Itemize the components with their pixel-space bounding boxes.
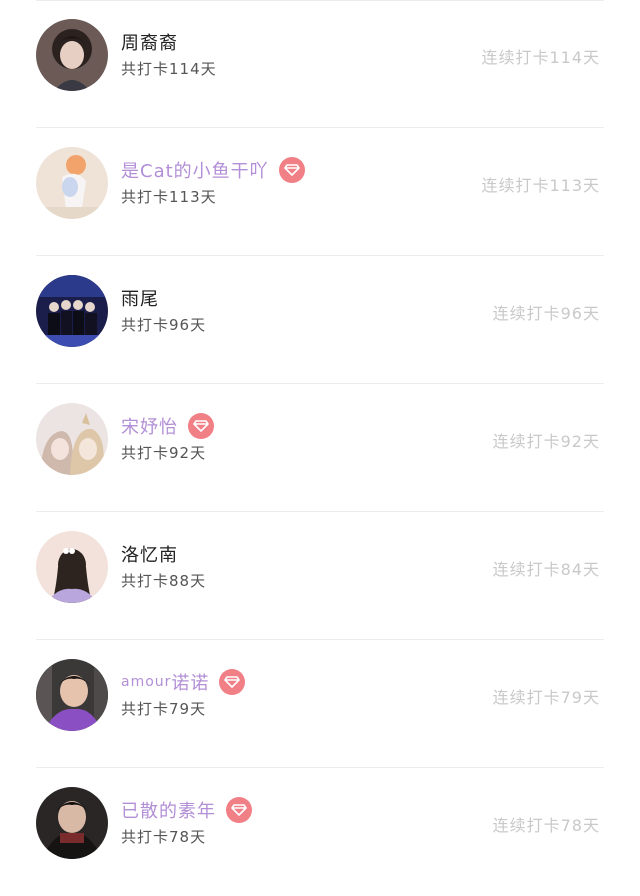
name-line: 洛忆南 bbox=[121, 540, 178, 568]
name-line: 已散的素年 bbox=[121, 796, 252, 824]
user-name[interactable]: 已散的素年 bbox=[121, 797, 216, 823]
list-item[interactable]: 是Cat的小鱼干吖 共打卡113天 连续打卡113天 bbox=[0, 128, 640, 256]
name-line: amour 诺诺 bbox=[121, 668, 246, 696]
streak-check-ins: 连续打卡79天 bbox=[492, 688, 600, 707]
list-item[interactable]: 雨尾 共打卡96天 连续打卡96天 bbox=[0, 256, 640, 384]
user-name[interactable]: 是Cat的小鱼干吖 bbox=[121, 157, 269, 183]
list-item[interactable]: 宋妤怡 共打卡92天 连续打卡92天 bbox=[0, 384, 640, 512]
user-name[interactable]: 周裔裔 bbox=[121, 29, 178, 55]
avatar[interactable] bbox=[36, 659, 108, 731]
total-check-ins: 共打卡79天 bbox=[121, 700, 207, 718]
user-name[interactable]: 雨尾 bbox=[121, 285, 159, 311]
list-item[interactable]: amour 诺诺 共打卡79天 连续打卡79天 bbox=[0, 640, 640, 768]
total-check-ins: 共打卡88天 bbox=[121, 572, 207, 590]
total-check-ins: 共打卡113天 bbox=[121, 188, 217, 206]
diamond-icon bbox=[226, 797, 252, 823]
name-line: 雨尾 bbox=[121, 284, 159, 312]
name-line: 宋妤怡 bbox=[121, 412, 214, 440]
avatar[interactable] bbox=[36, 147, 108, 219]
total-check-ins: 共打卡78天 bbox=[121, 828, 207, 846]
diamond-icon bbox=[188, 413, 214, 439]
avatar[interactable] bbox=[36, 787, 108, 859]
streak-check-ins: 连续打卡84天 bbox=[492, 560, 600, 579]
streak-check-ins: 连续打卡114天 bbox=[481, 48, 600, 67]
list-item[interactable]: 洛忆南 共打卡88天 连续打卡84天 bbox=[0, 512, 640, 640]
diamond-icon bbox=[278, 157, 305, 183]
total-check-ins: 共打卡114天 bbox=[121, 60, 217, 78]
diamond-icon bbox=[219, 669, 246, 695]
total-check-ins: 共打卡96天 bbox=[121, 316, 207, 334]
avatar[interactable] bbox=[36, 531, 108, 603]
streak-check-ins: 连续打卡113天 bbox=[481, 176, 600, 195]
streak-check-ins: 连续打卡78天 bbox=[492, 816, 600, 835]
user-name-latin[interactable]: amour bbox=[121, 674, 171, 690]
list-item[interactable]: 已散的素年 共打卡78天 连续打卡78天 bbox=[0, 768, 640, 896]
list-item[interactable]: 周裔裔 共打卡114天 连续打卡114天 bbox=[0, 0, 640, 128]
avatar[interactable] bbox=[36, 19, 108, 91]
total-check-ins: 共打卡92天 bbox=[121, 444, 207, 462]
avatar[interactable] bbox=[36, 403, 108, 475]
streak-check-ins: 连续打卡96天 bbox=[492, 304, 600, 323]
name-line: 是Cat的小鱼干吖 bbox=[121, 156, 305, 184]
user-name[interactable]: 宋妤怡 bbox=[121, 413, 178, 439]
avatar[interactable] bbox=[36, 275, 108, 347]
user-name[interactable]: 诺诺 bbox=[171, 669, 209, 695]
user-name[interactable]: 洛忆南 bbox=[121, 541, 178, 567]
name-line: 周裔裔 bbox=[121, 28, 178, 56]
streak-check-ins: 连续打卡92天 bbox=[492, 432, 600, 451]
